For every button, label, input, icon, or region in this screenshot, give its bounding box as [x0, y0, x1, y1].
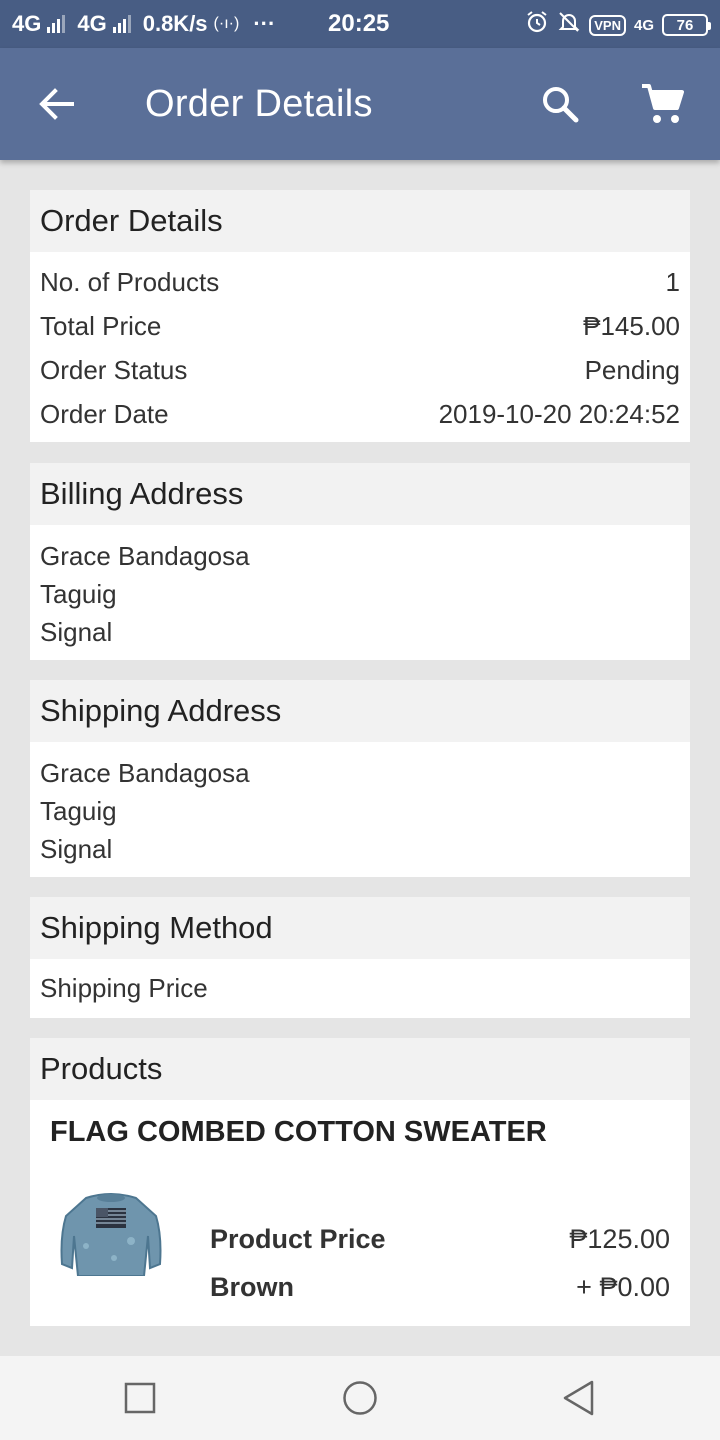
- order-row-count: No. of Products 1: [30, 260, 690, 304]
- network-type-1: 4G: [12, 11, 42, 36]
- hotspot-icon: (·ı·): [213, 15, 240, 32]
- recent-apps-button[interactable]: [118, 1376, 162, 1420]
- network-type-2: 4G: [77, 11, 107, 36]
- cart-icon: [642, 84, 684, 123]
- shipping-address-header: Shipping Address: [30, 680, 690, 742]
- products-header: Products: [30, 1038, 690, 1100]
- product-image[interactable]: [56, 1186, 166, 1277]
- alarm-icon: [525, 10, 549, 40]
- clock: 20:25: [328, 10, 390, 37]
- status-bar: 4G 4G 0.8K/s (·ı·) ··· 20:25 VPN 4G 76: [0, 0, 720, 48]
- nav-back-button[interactable]: [556, 1376, 600, 1420]
- product-name[interactable]: FLAG COMBED COTTON SWEATER: [30, 1100, 690, 1149]
- billing-city: Taguig: [40, 579, 117, 609]
- row-label: Order Date: [40, 398, 169, 429]
- search-button[interactable]: [536, 80, 584, 128]
- order-row-status: Order Status Pending: [30, 348, 690, 392]
- arrow-back-icon: [39, 88, 74, 120]
- sweater-thumbnail: [60, 1193, 162, 1277]
- signal-icon: [47, 15, 66, 33]
- vpn-badge: VPN: [589, 14, 626, 36]
- mute-icon: [557, 10, 581, 40]
- signal-icon-2: [112, 15, 131, 33]
- network-speed: 0.8K/s: [142, 11, 208, 36]
- row-value: ₱145.00: [583, 310, 680, 341]
- products-card: Products FLAG COMBED COTTON SWEATER Prod…: [30, 1038, 690, 1326]
- page-title: Order Details: [145, 83, 373, 125]
- product-option-value: + ₱0.00: [576, 1272, 670, 1302]
- product-option-row: Brown + ₱0.00: [210, 1272, 670, 1303]
- shipping-city: Taguig: [40, 796, 117, 826]
- product-price-value: ₱125.00: [569, 1224, 670, 1254]
- row-value: Pending: [584, 354, 680, 385]
- home-button[interactable]: [338, 1376, 382, 1420]
- row-label: Order Status: [40, 354, 188, 385]
- row-label: Total Price: [40, 310, 162, 341]
- cart-button[interactable]: [636, 78, 688, 130]
- order-row-date: Order Date 2019-10-20 20:24:52: [30, 392, 690, 436]
- order-details-header: Order Details: [30, 190, 690, 252]
- square-icon: [124, 1382, 156, 1414]
- shipping-method-header: Shipping Method: [30, 897, 690, 959]
- network-type-3: 4G: [633, 16, 654, 34]
- order-row-total: Total Price ₱145.00: [30, 304, 690, 348]
- row-label: No. of Products: [40, 266, 220, 297]
- billing-address-card: Billing Address Grace Bandagosa Taguig S…: [30, 463, 690, 660]
- billing-area: Signal: [40, 617, 113, 647]
- shipping-price-label: Shipping Price: [40, 973, 208, 1003]
- billing-name: Grace Bandagosa: [40, 541, 250, 571]
- content-area[interactable]: Order Details No. of Products 1 Total Pr…: [0, 160, 720, 1326]
- battery-icon: 76: [662, 14, 711, 36]
- billing-address-header: Billing Address: [30, 463, 690, 525]
- order-details-card: Order Details No. of Products 1 Total Pr…: [30, 190, 690, 442]
- row-value: 1: [665, 266, 680, 297]
- triangle-back-icon: [563, 1380, 594, 1416]
- system-nav-bar: [0, 1356, 720, 1440]
- circle-icon: [343, 1381, 377, 1415]
- more-dots: ···: [253, 11, 276, 36]
- product-option-label: Brown: [210, 1272, 294, 1302]
- shipping-method-card: Shipping Method Shipping Price: [30, 897, 690, 1018]
- shipping-name: Grace Bandagosa: [40, 758, 250, 788]
- app-bar: Order Details: [0, 48, 720, 160]
- search-icon: [543, 87, 579, 123]
- product-price-row: Product Price ₱125.00: [210, 1224, 670, 1255]
- shipping-address-card: Shipping Address Grace Bandagosa Taguig …: [30, 680, 690, 877]
- product-price-label: Product Price: [210, 1224, 386, 1254]
- row-value: 2019-10-20 20:24:52: [438, 398, 680, 429]
- shipping-area: Signal: [40, 834, 113, 864]
- back-button[interactable]: [32, 82, 80, 126]
